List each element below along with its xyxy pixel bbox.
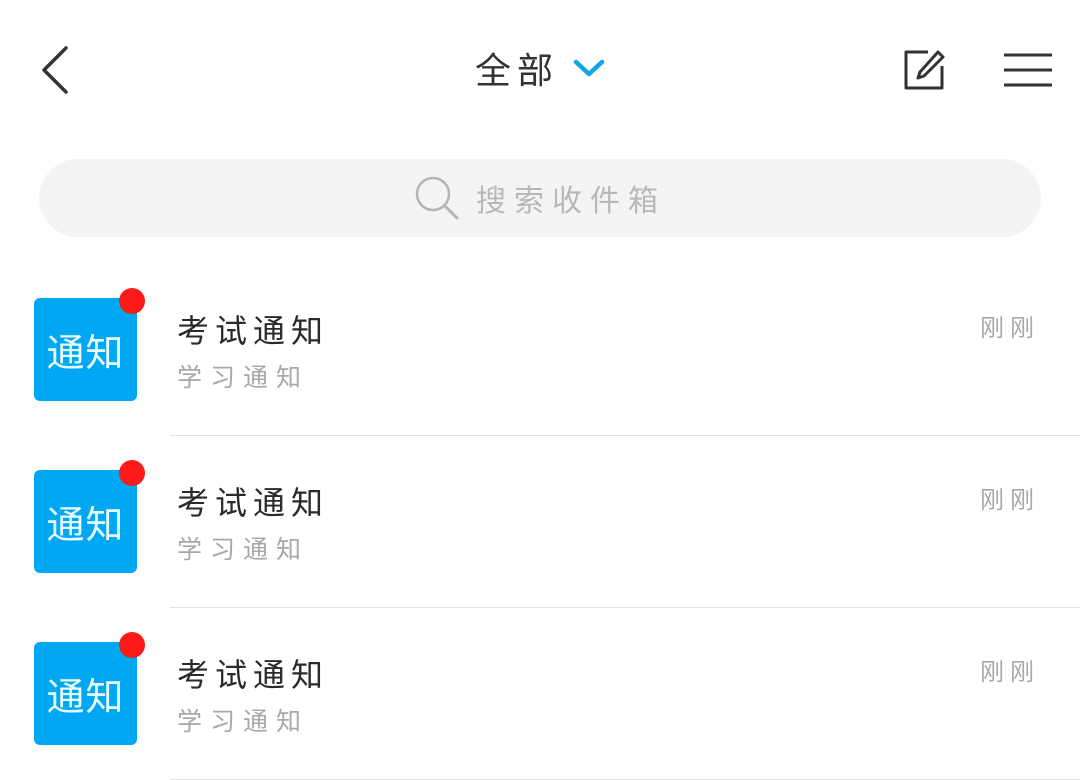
message-time: 刚刚	[980, 658, 1040, 686]
message-list: 通知 考试通知 学习通知 刚刚 通知 考试通知 学习通知 刚刚 通知 考试通知 …	[0, 264, 1080, 780]
notice-avatar: 通知	[34, 298, 137, 401]
message-time: 刚刚	[980, 314, 1040, 342]
unread-badge	[119, 632, 145, 658]
message-title: 考试通知	[177, 312, 330, 350]
chevron-down-icon	[573, 59, 605, 77]
message-subtitle: 学习通知	[177, 363, 310, 392]
notice-avatar: 通知	[34, 470, 137, 573]
message-title: 考试通知	[177, 484, 330, 522]
hamburger-menu-icon	[1004, 53, 1052, 87]
message-subtitle: 学习通知	[177, 707, 310, 736]
folder-dropdown[interactable]: 全部	[475, 42, 605, 94]
search-icon	[415, 176, 459, 220]
top-bar: 全部	[0, 0, 1080, 140]
notice-avatar: 通知	[34, 642, 137, 745]
message-time: 刚刚	[980, 486, 1040, 514]
message-item[interactable]: 通知 考试通知 学习通知 刚刚	[0, 436, 1080, 608]
inbox-screen: 全部 搜索收件箱 通知 考试通知 学习通知 刚刚 通知 考试通知 学习通知 刚刚…	[0, 0, 1080, 780]
search-input[interactable]: 搜索收件箱	[39, 159, 1041, 237]
unread-badge	[119, 460, 145, 486]
search-placeholder: 搜索收件箱	[476, 184, 666, 219]
chevron-left-icon	[42, 46, 68, 94]
message-title: 考试通知	[177, 656, 330, 694]
message-subtitle: 学习通知	[177, 535, 310, 564]
back-button[interactable]	[30, 40, 80, 100]
message-item[interactable]: 通知 考试通知 学习通知 刚刚	[0, 264, 1080, 436]
message-item[interactable]: 通知 考试通知 学习通知 刚刚	[0, 608, 1080, 780]
compose-icon	[904, 50, 945, 90]
compose-button[interactable]	[898, 44, 950, 96]
menu-button[interactable]	[998, 44, 1058, 96]
page-title: 全部	[474, 51, 559, 92]
unread-badge	[119, 288, 145, 314]
